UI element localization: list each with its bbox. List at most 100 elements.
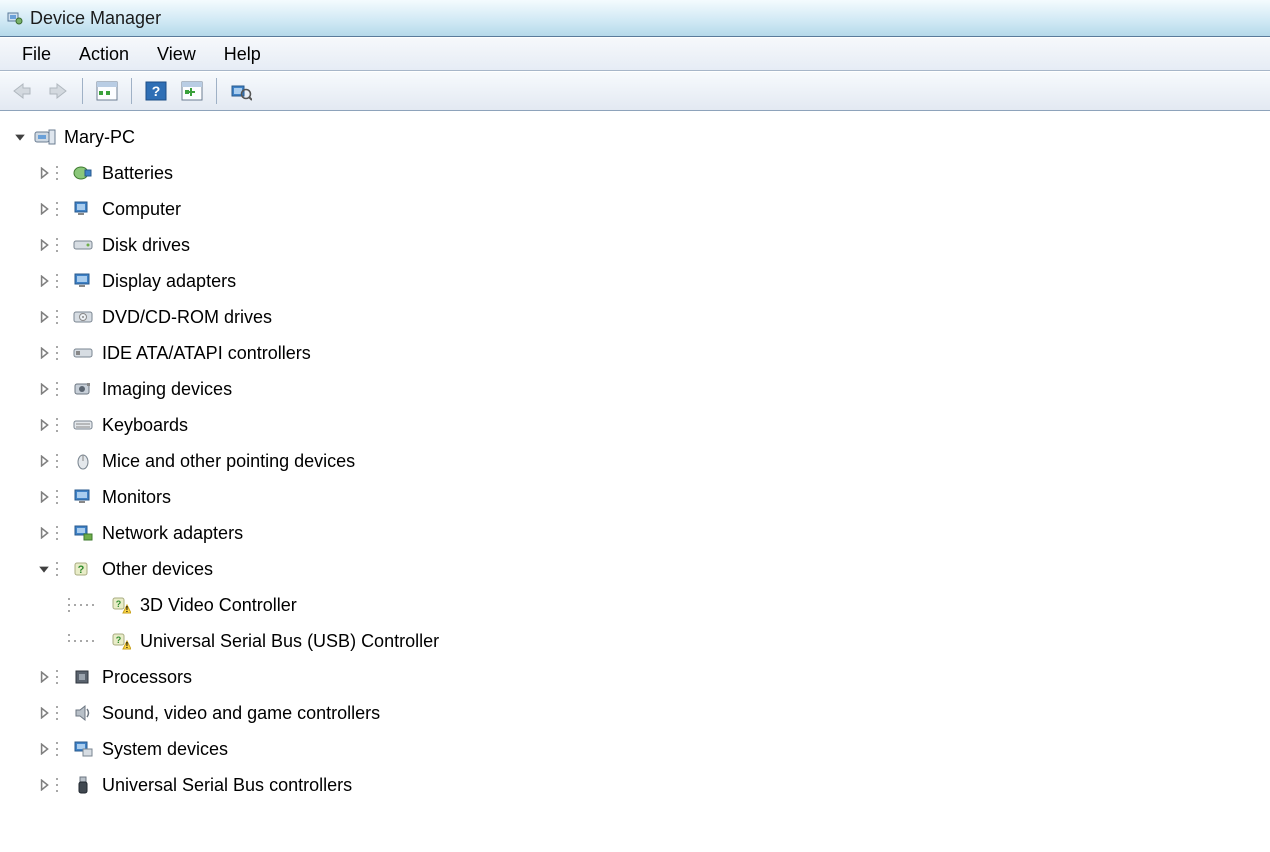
arrow-right-icon (47, 82, 69, 100)
tree-root[interactable]: Mary-PC (12, 119, 1264, 155)
tree-connector (54, 271, 68, 291)
tree-connector (54, 415, 68, 435)
expand-toggle-icon[interactable] (36, 777, 52, 793)
tree-connector (54, 487, 68, 507)
tree-category[interactable]: Batteries (36, 155, 1264, 191)
expand-toggle-icon[interactable] (36, 669, 52, 685)
keyboard-icon (72, 414, 94, 436)
expand-toggle-icon[interactable] (36, 741, 52, 757)
properties-button[interactable] (224, 76, 258, 106)
imaging-icon (72, 378, 94, 400)
tree-connector (54, 523, 68, 543)
tree-category[interactable]: System devices (36, 731, 1264, 767)
expand-toggle-icon[interactable] (36, 201, 52, 217)
tree-category-label: Disk drives (100, 235, 190, 256)
collapse-toggle-icon[interactable] (12, 129, 28, 145)
ide-icon (72, 342, 94, 364)
tree-connector (54, 307, 68, 327)
svg-text:!: ! (126, 641, 129, 650)
battery-icon (72, 162, 94, 184)
console-tree-icon (96, 81, 118, 101)
tree-category[interactable]: Mice and other pointing devices (36, 443, 1264, 479)
device-tree: Mary-PC Batteries Computer Disk drives Disp… (0, 111, 1270, 811)
tree-connector (54, 703, 68, 723)
tree-category[interactable]: Imaging devices (36, 371, 1264, 407)
tree-category[interactable]: Universal Serial Bus controllers (36, 767, 1264, 803)
expand-toggle-icon[interactable] (36, 381, 52, 397)
back-button[interactable] (5, 76, 39, 106)
tree-connector (54, 775, 68, 795)
sound-icon (72, 702, 94, 724)
tree-connector (54, 199, 68, 219)
tree-category[interactable]: Disk drives (36, 227, 1264, 263)
tree-connector (54, 235, 68, 255)
tree-category[interactable]: IDE ATA/ATAPI controllers (36, 335, 1264, 371)
tree-category[interactable]: Sound, video and game controllers (36, 695, 1264, 731)
tree-category[interactable]: Monitors (36, 479, 1264, 515)
network-icon (72, 522, 94, 544)
menu-help[interactable]: Help (210, 41, 275, 68)
menu-action[interactable]: Action (65, 41, 143, 68)
toolbar-separator (131, 78, 132, 104)
scan-hardware-button[interactable] (175, 76, 209, 106)
tree-category-label: Mice and other pointing devices (100, 451, 355, 472)
expand-toggle-icon[interactable] (36, 273, 52, 289)
menubar: File Action View Help (0, 37, 1270, 71)
expand-toggle-icon[interactable] (36, 345, 52, 361)
tree-category-label: IDE ATA/ATAPI controllers (100, 343, 311, 364)
toolbar-separator (216, 78, 217, 104)
warning-device-icon: ?! (110, 630, 132, 652)
show-hide-console-tree-button[interactable] (90, 76, 124, 106)
tree-category-label: Computer (100, 199, 181, 220)
expand-toggle-icon[interactable] (36, 309, 52, 325)
svg-text:?: ? (78, 564, 85, 576)
usb-icon (72, 774, 94, 796)
tree-category[interactable]: Processors (36, 659, 1264, 695)
tree-connector (54, 559, 68, 579)
tree-category-label: Display adapters (100, 271, 236, 292)
window-title: Device Manager (30, 8, 161, 29)
cdrom-icon (72, 306, 94, 328)
tree-category-label: Universal Serial Bus controllers (100, 775, 352, 796)
tree-category-label: Other devices (100, 559, 213, 580)
disk-icon (72, 234, 94, 256)
app-icon (6, 9, 24, 27)
tree-category-label: DVD/CD-ROM drives (100, 307, 272, 328)
expand-toggle-icon[interactable] (36, 453, 52, 469)
help-button[interactable]: ? (139, 76, 173, 106)
tree-connector (54, 451, 68, 471)
titlebar: Device Manager (0, 0, 1270, 37)
menu-file[interactable]: File (8, 41, 65, 68)
tree-category-label: Batteries (100, 163, 173, 184)
tree-category[interactable]: DVD/CD-ROM drives (36, 299, 1264, 335)
forward-button[interactable] (41, 76, 75, 106)
monitor-icon (72, 486, 94, 508)
tree-root-label: Mary-PC (62, 127, 135, 148)
tree-category[interactable]: ? Other devices (36, 551, 1264, 587)
tree-connector (54, 379, 68, 399)
tree-connector (54, 739, 68, 759)
tree-connector (66, 595, 106, 615)
tree-leaf[interactable]: ?!3D Video Controller (66, 587, 1264, 623)
tree-category[interactable]: Computer (36, 191, 1264, 227)
mouse-icon (72, 450, 94, 472)
tree-leaf-label: 3D Video Controller (138, 595, 297, 616)
tree-category[interactable]: Display adapters (36, 263, 1264, 299)
tree-category[interactable]: Keyboards (36, 407, 1264, 443)
system-icon (72, 738, 94, 760)
expand-toggle-icon[interactable] (36, 237, 52, 253)
expand-toggle-icon[interactable] (36, 417, 52, 433)
tree-leaf[interactable]: ?! Universal Serial Bus (USB) Controller (66, 623, 1264, 659)
collapse-toggle-icon[interactable] (36, 561, 52, 577)
tree-connector (54, 163, 68, 183)
tree-category-label: Keyboards (100, 415, 188, 436)
tree-leaf-label: Universal Serial Bus (USB) Controller (138, 631, 439, 652)
expand-toggle-icon[interactable] (36, 489, 52, 505)
menu-view[interactable]: View (143, 41, 210, 68)
tree-category-label: Imaging devices (100, 379, 232, 400)
expand-toggle-icon[interactable] (36, 165, 52, 181)
expand-toggle-icon[interactable] (36, 525, 52, 541)
computer-root-icon (34, 126, 56, 148)
tree-category[interactable]: Network adapters (36, 515, 1264, 551)
expand-toggle-icon[interactable] (36, 705, 52, 721)
